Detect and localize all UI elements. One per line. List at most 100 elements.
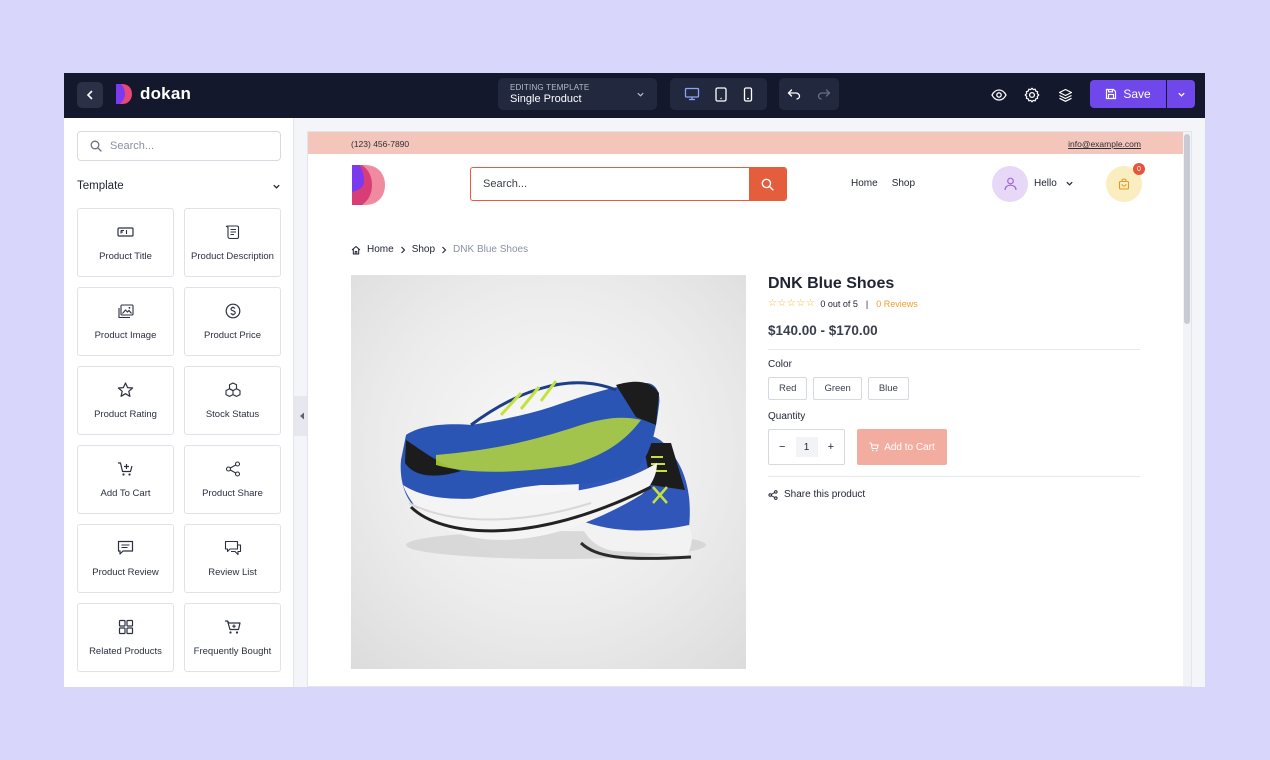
preview-button[interactable]: [990, 86, 1008, 104]
tile-label: Related Products: [89, 646, 162, 657]
plus-icon[interactable]: +: [828, 441, 834, 453]
settings-button[interactable]: [1023, 86, 1041, 104]
mobile-icon[interactable]: [743, 86, 753, 102]
chevron-right-icon: [442, 246, 447, 253]
store-search-button[interactable]: [749, 168, 786, 200]
product-rating-icon: [117, 382, 134, 397]
tile-label: Product Price: [203, 330, 262, 341]
store-email-link[interactable]: info@example.com: [1068, 139, 1141, 149]
reviews-link[interactable]: 0 Reviews: [876, 299, 918, 309]
widget-search-input[interactable]: Search...: [77, 131, 281, 161]
share-product[interactable]: Share this product: [768, 489, 1140, 500]
widget-add-to-cart[interactable]: Add To Cart: [77, 445, 174, 514]
store-phone: (123) 456-7890: [351, 139, 410, 149]
widget-related-products[interactable]: Related Products: [77, 603, 174, 672]
chevron-right-icon: [400, 246, 405, 253]
template-section-toggle[interactable]: Template: [77, 180, 281, 192]
widget-product-price[interactable]: Product Price: [184, 287, 281, 356]
search-icon: [90, 140, 102, 152]
stock-status-icon: [224, 382, 241, 397]
color-option-red[interactable]: Red: [768, 377, 808, 400]
nav-shop-link[interactable]: Shop: [892, 178, 915, 189]
chevron-down-icon: [637, 92, 644, 97]
color-options: Red Green Blue: [768, 377, 1140, 400]
home-icon: [351, 245, 361, 254]
product-image: [351, 275, 746, 669]
widget-product-image[interactable]: Product Image: [77, 287, 174, 356]
rating-stars-icon: ☆☆☆☆☆: [768, 298, 816, 309]
store-logo[interactable]: [351, 164, 387, 206]
color-label: Color: [768, 359, 792, 370]
product-price: $140.00 - $170.00: [768, 323, 878, 338]
widget-product-review[interactable]: Product Review: [77, 524, 174, 593]
save-options-button[interactable]: [1167, 80, 1195, 108]
chevron-left-icon: [86, 90, 93, 100]
add-to-cart-icon: [118, 462, 133, 476]
template-caption: EDITING TEMPLATE: [510, 83, 590, 92]
breadcrumb-home[interactable]: Home: [367, 244, 394, 255]
dokan-logo: dokan: [114, 83, 191, 105]
store-search-placeholder: Search...: [483, 178, 528, 190]
widget-product-description[interactable]: Product Description: [184, 208, 281, 277]
store-search-input[interactable]: Search...: [470, 167, 787, 201]
nav-home-link[interactable]: Home: [851, 178, 878, 189]
undo-icon[interactable]: [787, 88, 801, 100]
desktop-icon[interactable]: [684, 87, 700, 101]
editor-topbar: dokan EDITING TEMPLATE Single Product Sa…: [64, 73, 1205, 118]
template-selector[interactable]: EDITING TEMPLATE Single Product: [498, 78, 657, 110]
tablet-icon[interactable]: [715, 86, 728, 102]
redo-icon[interactable]: [817, 88, 831, 100]
tile-label: Product Share: [202, 488, 263, 499]
color-option-blue[interactable]: Blue: [867, 377, 909, 400]
tile-label: Frequently Bought: [193, 646, 272, 657]
tile-label: Product Rating: [94, 409, 157, 420]
user-icon: [1003, 177, 1017, 191]
widget-stock-status[interactable]: Stock Status: [184, 366, 281, 435]
product-title: DNK Blue Shoes: [768, 275, 895, 292]
widget-review-list[interactable]: Review List: [184, 524, 281, 593]
tile-label: Product Title: [99, 251, 152, 262]
widget-frequently-bought[interactable]: Frequently Bought: [184, 603, 281, 672]
widget-product-title[interactable]: Product Title: [77, 208, 174, 277]
user-menu[interactable]: Hello: [1034, 178, 1074, 189]
add-to-cart-button[interactable]: Add to Cart: [857, 429, 947, 465]
user-avatar[interactable]: [992, 166, 1028, 202]
share-label: Share this product: [784, 489, 866, 500]
canvas-scrollbar[interactable]: [1183, 132, 1191, 686]
breadcrumb-shop[interactable]: Shop: [412, 244, 435, 255]
search-placeholder: Search...: [110, 140, 155, 152]
product-rating: ☆☆☆☆☆ 0 out of 5 | 0 Reviews: [768, 298, 1140, 309]
product-summary: DNK Blue Shoes ☆☆☆☆☆ 0 out of 5 | 0 Revi…: [768, 275, 1140, 500]
store-topbar: (123) 456-7890 info@example.com: [308, 132, 1185, 154]
frequently-bought-icon: [224, 620, 241, 634]
shoe-photo: [400, 380, 706, 560]
chevron-down-icon: [1177, 92, 1185, 97]
add-to-cart-label: Add to Cart: [884, 441, 935, 453]
chevron-down-icon: [1066, 181, 1073, 186]
product-review-icon: [117, 540, 134, 555]
minus-icon[interactable]: −: [779, 441, 785, 453]
quantity-value[interactable]: 1: [795, 437, 818, 457]
divider: [768, 349, 1140, 350]
widget-product-rating[interactable]: Product Rating: [77, 366, 174, 435]
tile-label: Review List: [208, 567, 257, 578]
breadcrumb-current: DNK Blue Shoes: [453, 244, 529, 255]
color-option-green[interactable]: Green: [813, 377, 862, 400]
product-price-icon: [225, 303, 240, 319]
template-value: Single Product: [510, 93, 582, 105]
scrollbar-thumb[interactable]: [1184, 134, 1190, 324]
back-button[interactable]: [77, 82, 103, 108]
tile-label: Stock Status: [205, 409, 260, 420]
chevron-down-icon: [273, 184, 280, 189]
widget-product-share[interactable]: Product Share: [184, 445, 281, 514]
rating-text: 0 out of 5: [820, 298, 858, 309]
product-title-icon: [117, 227, 134, 237]
save-button[interactable]: Save: [1090, 80, 1166, 108]
product-share-icon: [225, 461, 240, 477]
widgets-sidebar: Search... Template Product Title Product…: [64, 118, 294, 687]
layers-button[interactable]: [1056, 86, 1074, 104]
history-controls: [779, 78, 839, 110]
widget-grid: Product Title Product Description Produc…: [77, 208, 281, 672]
user-greeting: Hello: [1034, 178, 1057, 189]
builder-app: dokan EDITING TEMPLATE Single Product Sa…: [64, 73, 1205, 687]
